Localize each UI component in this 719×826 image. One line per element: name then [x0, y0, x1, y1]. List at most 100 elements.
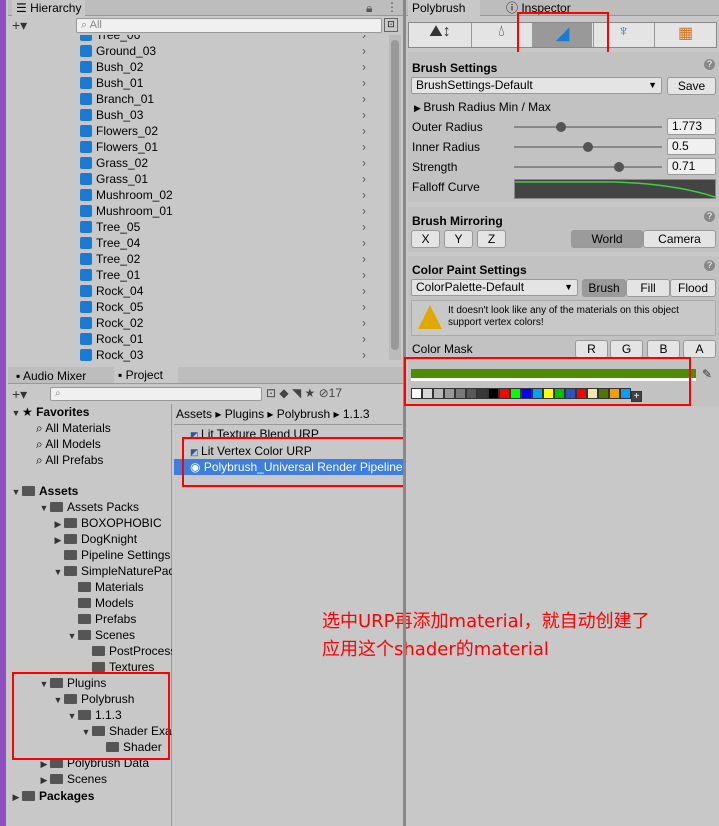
project-folder-item[interactable]: ▶ BOXOPHOBIC — [52, 515, 162, 531]
breadcrumb-version[interactable]: 1.1.3 — [343, 407, 370, 421]
project-add-button[interactable]: +▾ — [12, 386, 27, 403]
tab-project[interactable]: ▪ Project — [114, 367, 178, 383]
hierarchy-item[interactable]: Tree_05 › — [80, 219, 390, 235]
hierarchy-item[interactable]: Rock_05 › — [80, 299, 390, 315]
chevron-right-icon[interactable]: › — [362, 347, 372, 363]
tab-audio-mixer[interactable]: ▪ Audio Mixer — [12, 368, 90, 384]
menu-icon[interactable]: ⋮ — [386, 0, 398, 14]
project-folder-item[interactable]: Models — [66, 595, 134, 611]
hierarchy-item[interactable]: Tree_02 › — [80, 251, 390, 267]
hierarchy-item[interactable]: Rock_01 › — [80, 331, 390, 347]
hierarchy-item[interactable]: Bush_03 › — [80, 107, 390, 123]
paint-flood-button[interactable]: Flood — [670, 279, 716, 297]
chevron-right-icon[interactable]: › — [362, 59, 372, 75]
chevron-right-icon[interactable]: › — [362, 267, 372, 283]
inner-radius-slider[interactable] — [514, 142, 662, 152]
mirror-y-button[interactable]: Y — [444, 230, 473, 248]
mask-a-button[interactable]: A — [683, 340, 716, 358]
hierarchy-item[interactable]: Mushroom_02 › — [80, 187, 390, 203]
project-folder-item[interactable]: PostProcessing — [80, 643, 172, 659]
chevron-right-icon[interactable]: › — [362, 331, 372, 347]
save-button[interactable]: Save — [667, 77, 716, 95]
outer-radius-field[interactable]: 1.773 — [667, 118, 716, 135]
hierarchy-item[interactable]: Rock_02 › — [80, 315, 390, 331]
strength-slider[interactable] — [514, 162, 662, 172]
tab-hierarchy[interactable]: ☰ Hierarchy — [12, 0, 86, 16]
project-toolbar-icons[interactable]: ⊡ ◆ ◥ ★ ⊘17 — [266, 386, 342, 400]
chevron-right-icon[interactable]: › — [362, 155, 372, 171]
mirror-z-button[interactable]: Z — [477, 230, 506, 248]
hierarchy-item[interactable]: Tree_01 › — [80, 267, 390, 283]
project-folder-item[interactable]: ▶ Scenes — [38, 771, 108, 787]
favorite-item[interactable]: ⌕ All Models — [36, 436, 101, 452]
chevron-right-icon[interactable]: › — [362, 171, 372, 187]
chevron-right-icon[interactable]: › — [362, 91, 372, 107]
lock-icon[interactable]: 🔒︎ — [366, 1, 372, 16]
hierarchy-item[interactable]: Rock_04 › — [80, 283, 390, 299]
hierarchy-item[interactable]: Rock_03 › — [80, 347, 390, 363]
hierarchy-item[interactable]: Branch_01 › — [80, 91, 390, 107]
hierarchy-item[interactable]: Mushroom_01 › — [80, 203, 390, 219]
hierarchy-item[interactable]: Bush_01 › — [80, 75, 390, 91]
project-folder-item[interactable]: Materials — [66, 579, 144, 595]
hierarchy-item[interactable]: Bush_02 › — [80, 59, 390, 75]
hierarchy-item[interactable]: Tree_06 › — [80, 35, 390, 43]
chevron-right-icon[interactable]: › — [362, 75, 372, 91]
chevron-right-icon[interactable]: › — [362, 283, 372, 299]
hierarchy-item[interactable]: Flowers_01 › — [80, 139, 390, 155]
foldout-arrow-icon[interactable]: ▶ — [52, 516, 64, 531]
favorite-item[interactable]: ⌕ All Prefabs — [36, 452, 103, 468]
project-folder-item[interactable]: Pipeline Settings — [52, 547, 170, 563]
brush-radius-minmax-foldout[interactable]: ▶ Brush Radius Min / Max — [414, 99, 551, 116]
slider-knob[interactable] — [583, 142, 593, 152]
mask-g-button[interactable]: G — [610, 340, 643, 358]
chevron-right-icon[interactable]: › — [362, 139, 372, 155]
texture-mode-icon[interactable]: ▦ — [654, 23, 716, 47]
hierarchy-item[interactable]: Flowers_02 › — [80, 123, 390, 139]
tab-polybrush[interactable]: Polybrush — [408, 0, 480, 16]
mask-b-button[interactable]: B — [647, 340, 680, 358]
mirror-x-button[interactable]: X — [411, 230, 440, 248]
sculpt-mode-icon[interactable]: ⛰↕ — [410, 23, 470, 47]
foldout-arrow-icon[interactable]: ▼ — [38, 500, 50, 515]
brush-preset-dropdown[interactable]: BrushSettings-Default ▼ — [411, 77, 662, 94]
chevron-right-icon[interactable]: › — [362, 315, 372, 331]
chevron-right-icon[interactable]: › — [362, 123, 372, 139]
outer-radius-slider[interactable] — [514, 122, 662, 132]
foldout-arrow-icon[interactable]: ▼ — [66, 628, 78, 643]
chevron-right-icon[interactable]: › — [362, 299, 372, 315]
foldout-arrow-icon[interactable]: ▼ — [52, 564, 64, 579]
paint-brush-button[interactable]: Brush — [582, 279, 626, 297]
chevron-right-icon[interactable]: › — [362, 107, 372, 123]
project-folder-item[interactable]: ▼ Scenes — [66, 627, 136, 643]
paint-fill-button[interactable]: Fill — [626, 279, 670, 297]
foldout-arrow-icon[interactable]: ▶ — [38, 772, 50, 787]
camera-space-button[interactable]: Camera — [643, 230, 716, 248]
project-folder-item[interactable]: ▶ DogKnight — [52, 531, 138, 547]
help-icon[interactable]: ? — [704, 59, 715, 70]
hierarchy-scrollbar[interactable] — [389, 35, 401, 360]
hierarchy-item[interactable]: Tree_04 › — [80, 235, 390, 251]
favorite-item[interactable]: ⌕ All Materials — [36, 420, 111, 436]
chevron-right-icon[interactable]: › — [362, 235, 372, 251]
help-icon[interactable]: ? — [704, 211, 715, 222]
chevron-right-icon[interactable]: › — [362, 35, 372, 43]
project-search-input[interactable]: ⌕ — [50, 387, 262, 401]
foldout-arrow-icon[interactable]: ▶ — [52, 532, 64, 547]
chevron-right-icon[interactable]: › — [362, 203, 372, 219]
assets-header[interactable]: ▼ Assets — [10, 483, 79, 499]
help-icon[interactable]: ? — [704, 260, 715, 271]
inner-radius-field[interactable]: 0.5 — [667, 138, 716, 155]
chevron-right-icon[interactable]: › — [362, 251, 372, 267]
project-folder-item[interactable]: ▼ SimpleNaturePack — [52, 563, 172, 579]
packages-header[interactable]: ▶ Packages — [10, 788, 95, 804]
breadcrumb-polybrush[interactable]: Polybrush — [277, 407, 330, 421]
project-folder-item[interactable]: ▼ Assets Packs — [38, 499, 140, 515]
chevron-right-icon[interactable]: › — [362, 43, 372, 59]
scene-search-icon[interactable]: ⊡ — [384, 18, 398, 32]
world-space-button[interactable]: World — [571, 230, 643, 248]
chevron-right-icon[interactable]: › — [362, 219, 372, 235]
chevron-right-icon[interactable]: › — [362, 187, 372, 203]
hierarchy-search-input[interactable]: ⌕ All — [76, 18, 382, 33]
add-button[interactable]: +▾ — [12, 17, 27, 34]
